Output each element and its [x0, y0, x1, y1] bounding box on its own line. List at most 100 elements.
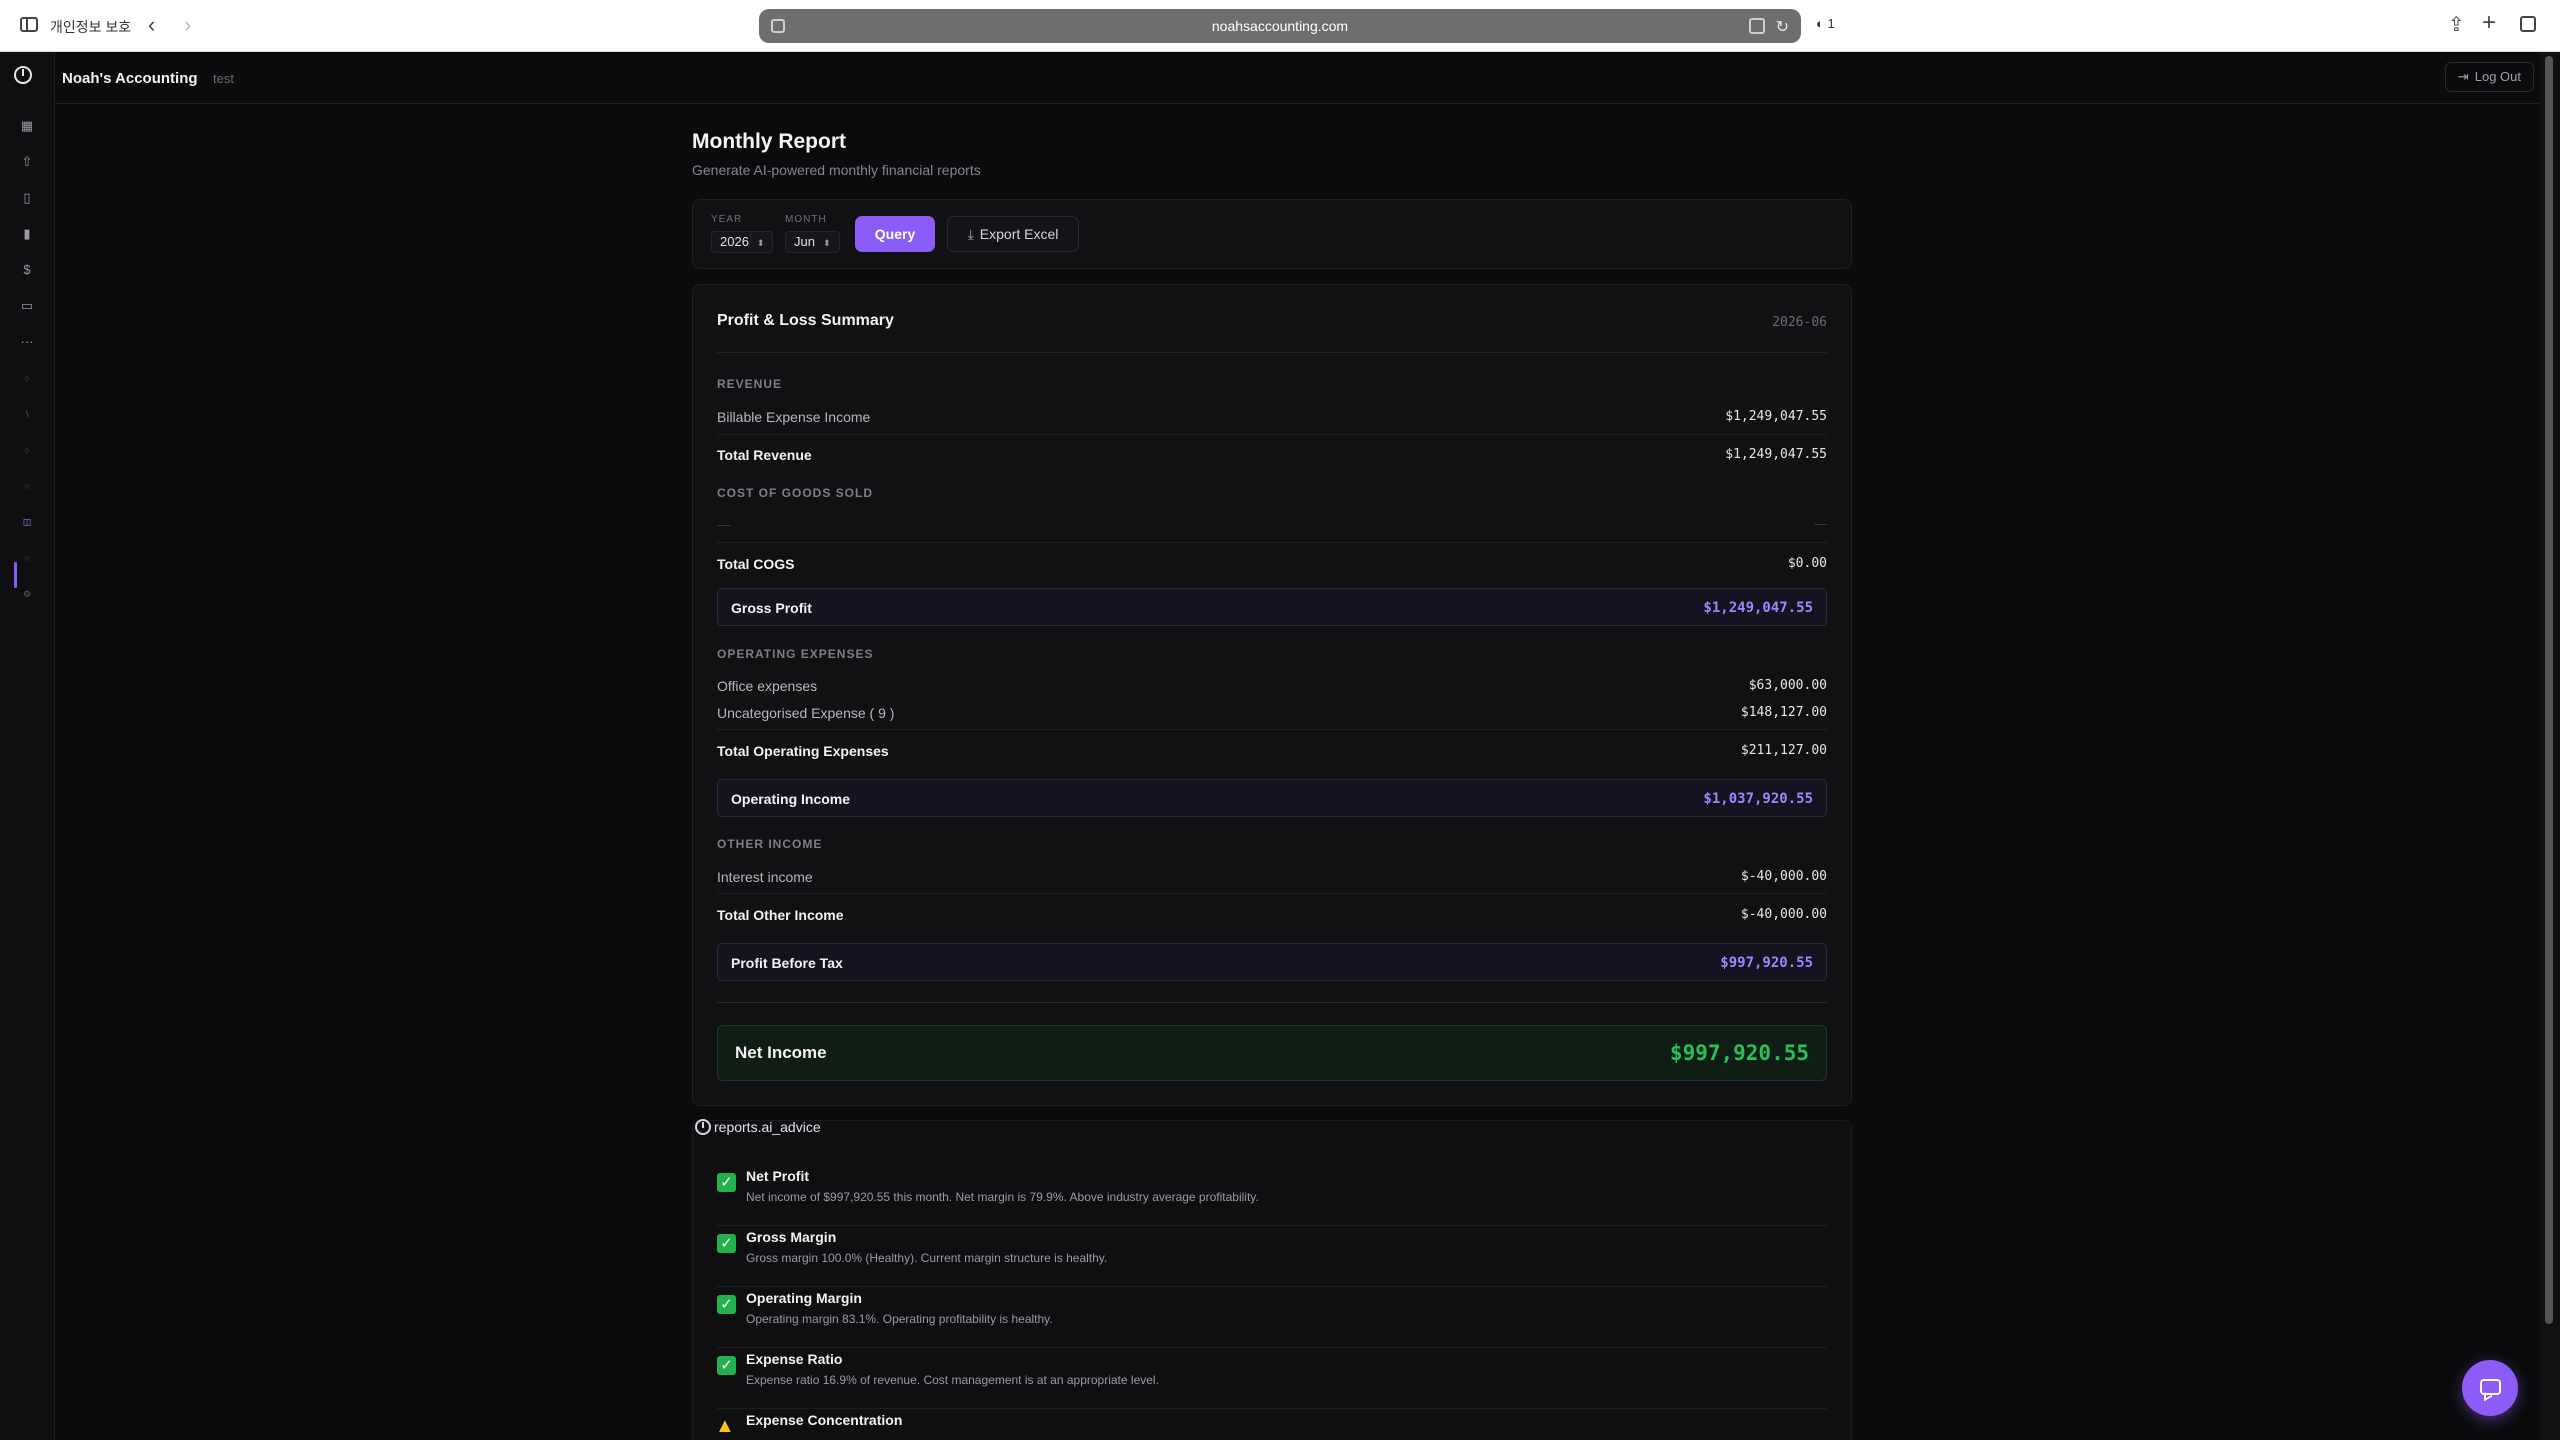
page-title: Monthly Report: [692, 130, 846, 153]
chart-icon[interactable]: ▮: [16, 223, 38, 245]
workspace-name: test: [213, 71, 234, 86]
year-value: 2026: [720, 234, 749, 249]
sidebar-toggle-icon[interactable]: [20, 17, 38, 32]
check-icon: ✓: [717, 1356, 736, 1375]
warning-icon: ▲: [715, 1415, 735, 1437]
query-button[interactable]: Query: [855, 216, 935, 252]
nav-dot-icon[interactable]: ∖: [16, 403, 38, 425]
pl-header: Profit & Loss Summary 2026-06: [717, 285, 1827, 353]
shield-count: 1: [1827, 16, 1835, 31]
brand-name[interactable]: Noah's Accounting: [62, 70, 198, 87]
row-name: Office expenses: [717, 678, 818, 694]
row-amount: $1,249,047.55: [1725, 447, 1827, 462]
translate-icon[interactable]: [1749, 18, 1765, 34]
row-amount: $1,249,047.55: [1703, 600, 1813, 616]
dollar-icon[interactable]: $: [16, 259, 38, 281]
advice-item: ✓ Expense Ratio Expense ratio 16.9% of r…: [717, 1348, 1827, 1409]
logout-icon: ⇥: [2457, 69, 2469, 84]
advice-description: Operating margin 83.1%. Operating profit…: [746, 1312, 1053, 1326]
advice-item: ▲ Expense Concentration: [715, 1409, 1827, 1440]
scrollbar-thumb[interactable]: [2545, 56, 2553, 1324]
divider: [717, 729, 1827, 730]
ai-advice-card: reports.ai_advice ✓ Net Profit Net incom…: [692, 1119, 1852, 1440]
dashboard-icon[interactable]: ▦: [16, 115, 38, 137]
export-label: Export Excel: [979, 226, 1059, 242]
chat-bubble-icon: [2480, 1379, 2501, 1395]
net-income-row: Net Income $997,920.55: [717, 1025, 1827, 1081]
ai-heading-text: reports.ai_advice: [714, 1119, 821, 1135]
reload-icon[interactable]: ↻: [1776, 17, 1789, 37]
divider: [717, 542, 1827, 543]
net-income-amount: $997,920.55: [1669, 1041, 1809, 1065]
select-arrows-icon: ⬍: [756, 238, 765, 248]
page-subtitle: Generate AI-powered monthly financial re…: [692, 162, 981, 178]
clock-icon: [695, 1119, 711, 1135]
other-income-section-label: OTHER INCOME: [717, 837, 823, 851]
row-name: —: [717, 516, 731, 532]
row-name: Total Revenue: [717, 447, 812, 463]
row-amount: $1,037,920.55: [1703, 791, 1813, 807]
row-name: Interest income: [717, 869, 813, 885]
row-amount: $211,127.00: [1740, 743, 1827, 758]
advice-title: Expense Concentration: [746, 1412, 903, 1428]
check-icon: ✓: [717, 1295, 736, 1314]
advice-title: Expense Ratio: [746, 1351, 843, 1367]
row-amount: $-40,000.00: [1740, 869, 1827, 884]
advice-item: ✓ Operating Margin Operating margin 83.1…: [717, 1287, 1827, 1348]
browser-toolbar: 개인정보 보호 ‹ › noahsaccounting.com ↻ ◐ 1 ⇪ …: [0, 0, 2560, 52]
month-value: Jun: [794, 234, 815, 249]
nav-dot-icon[interactable]: ○: [16, 439, 38, 461]
nav-dot-icon[interactable]: ○: [16, 547, 38, 569]
row-name: Total Operating Expenses: [717, 743, 889, 759]
document-icon[interactable]: ▯: [16, 187, 38, 209]
row-amount: $-40,000.00: [1740, 907, 1827, 922]
advice-item: ✓ Gross Margin Gross margin 100.0% (Heal…: [717, 1226, 1827, 1287]
check-icon: ✓: [717, 1234, 736, 1253]
row-amount: —: [1814, 516, 1827, 531]
row-name: Operating Income: [731, 791, 851, 807]
row-amount: $0.00: [1787, 556, 1827, 571]
operating-income-row: Operating Income $1,037,920.55: [717, 779, 1827, 817]
advice-description: Gross margin 100.0% (Healthy). Current m…: [746, 1251, 1108, 1265]
nav-dot-icon[interactable]: ○: [16, 367, 38, 389]
upload-icon[interactable]: ⇧: [16, 151, 38, 173]
month-select[interactable]: Jun ⬍: [785, 231, 840, 253]
more-icon[interactable]: ···: [16, 331, 38, 353]
year-field: YEAR 2026 ⬍: [711, 214, 774, 253]
share-icon[interactable]: ⇪: [2448, 12, 2465, 37]
opex-section-label: OPERATING EXPENSES: [717, 647, 874, 661]
row-amount: $148,127.00: [1740, 705, 1827, 720]
row-name: Gross Profit: [731, 600, 812, 616]
advice-description: Net income of $997,920.55 this month. Ne…: [746, 1190, 1259, 1204]
nav-dot-icon[interactable]: ○: [16, 475, 38, 497]
divider: [717, 1002, 1827, 1003]
row-amount: $63,000.00: [1748, 678, 1827, 693]
export-excel-button[interactable]: ⤓ Export Excel: [947, 216, 1079, 252]
reports-icon[interactable]: ◫: [16, 511, 38, 533]
logout-button[interactable]: ⇥ Log Out: [2444, 62, 2534, 92]
profit-before-tax-row: Profit Before Tax $997,920.55: [717, 943, 1827, 981]
shield-extension[interactable]: ◐ 1: [1816, 16, 1835, 31]
select-arrows-icon: ⬍: [822, 238, 831, 248]
row-amount: $997,920.55: [1720, 955, 1813, 971]
back-arrow-icon[interactable]: ‹: [148, 12, 155, 38]
settings-icon[interactable]: ⚙: [16, 583, 38, 605]
tab-overview-icon[interactable]: [2520, 16, 2536, 32]
advice-title: Gross Margin: [746, 1229, 837, 1245]
app-logo-icon[interactable]: [14, 66, 32, 84]
chat-button[interactable]: [2462, 1360, 2518, 1416]
row-name: Total COGS: [717, 556, 795, 572]
divider: [717, 893, 1827, 894]
sidebar-rail: ▦ ⇧ ▯ ▮ $ ▭ ··· ○ ∖ ○ ○ ◫ ○ ⚙: [0, 52, 55, 1440]
new-tab-icon[interactable]: +: [2482, 9, 2496, 37]
month-label: MONTH: [785, 214, 827, 225]
page-scrollbar[interactable]: [2540, 52, 2560, 1440]
row-name: Profit Before Tax: [731, 955, 843, 971]
advice-title: Operating Margin: [746, 1290, 862, 1306]
address-bar[interactable]: noahsaccounting.com ↻: [759, 9, 1801, 43]
forward-arrow-icon[interactable]: ›: [184, 12, 191, 38]
card-icon[interactable]: ▭: [16, 295, 38, 317]
year-select[interactable]: 2026 ⬍: [711, 231, 774, 253]
check-icon: ✓: [717, 1173, 736, 1192]
advice-title: Net Profit: [746, 1168, 809, 1184]
